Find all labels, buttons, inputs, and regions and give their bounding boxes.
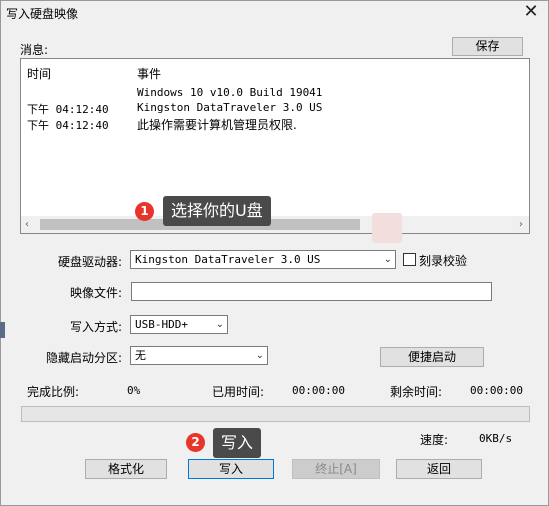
scroll-right-icon[interactable]: › xyxy=(519,219,523,230)
callout-number-1: 1 xyxy=(135,202,154,221)
message-event: Windows 10 v10.0 Build 19041 xyxy=(137,86,323,99)
save-button[interactable]: 保存 xyxy=(452,37,523,56)
chevron-down-icon: ⌄ xyxy=(215,319,224,330)
messages-label: 消息: xyxy=(20,43,49,57)
write-button[interactable]: 写入 xyxy=(188,459,274,479)
column-header-time: 时间 xyxy=(27,67,52,81)
elapsed-value: 00:00:00 xyxy=(292,384,345,397)
message-event: 此操作需要计算机管理员权限. xyxy=(137,118,297,132)
dialog-title: 写入硬盘映像 xyxy=(6,7,79,21)
write-method-label: 写入方式: xyxy=(70,320,123,334)
remaining-value: 00:00:00 xyxy=(470,384,523,397)
message-time: 下午 04:12:40 xyxy=(27,119,109,132)
chevron-down-icon: ⌄ xyxy=(255,350,264,361)
elapsed-label: 已用时间: xyxy=(212,385,265,399)
callout-number-2: 2 xyxy=(186,433,205,452)
message-event: Kingston DataTraveler 3.0 US xyxy=(137,101,323,114)
hidden-partition-label: 隐藏启动分区: xyxy=(46,351,123,365)
drive-select[interactable]: Kingston DataTraveler 3.0 US ⌄ xyxy=(130,250,396,269)
hidden-partition-select[interactable]: 无 ⌄ xyxy=(130,346,268,365)
stop-button[interactable]: 终止[A] xyxy=(292,459,380,479)
speed-value: 0KB/s xyxy=(479,432,513,445)
background-window-edge xyxy=(0,322,5,338)
drive-label: 硬盘驱动器: xyxy=(58,255,123,269)
close-icon[interactable]: ✕ xyxy=(521,2,541,22)
write-method-select[interactable]: USB-HDD+ ⌄ xyxy=(130,315,228,334)
hidden-partition-value: 无 xyxy=(135,349,146,362)
speed-label: 速度: xyxy=(420,433,449,447)
zoom-search-icon xyxy=(372,213,402,243)
verify-checkbox[interactable] xyxy=(403,253,416,266)
callout-select-usb: 选择你的U盘 xyxy=(163,196,271,226)
column-header-event: 事件 xyxy=(137,67,162,81)
verify-label: 刻录校验 xyxy=(419,254,468,268)
messages-list[interactable] xyxy=(20,58,530,234)
image-file-label: 映像文件: xyxy=(70,286,123,300)
progress-bar xyxy=(21,406,530,422)
complete-value: 0% xyxy=(127,384,141,397)
format-button[interactable]: 格式化 xyxy=(85,459,167,479)
complete-label: 完成比例: xyxy=(27,385,80,399)
callout-write: 写入 xyxy=(213,428,262,458)
back-button[interactable]: 返回 xyxy=(396,459,482,479)
message-time: 下午 04:12:40 xyxy=(27,103,109,116)
drive-select-value: Kingston DataTraveler 3.0 US xyxy=(135,253,321,266)
scroll-left-icon[interactable]: ‹ xyxy=(25,219,29,230)
chevron-down-icon: ⌄ xyxy=(383,254,392,265)
write-method-value: USB-HDD+ xyxy=(135,318,188,331)
quick-boot-button[interactable]: 便捷启动 xyxy=(380,347,484,367)
image-file-input[interactable] xyxy=(131,282,492,301)
remaining-label: 剩余时间: xyxy=(390,385,443,399)
